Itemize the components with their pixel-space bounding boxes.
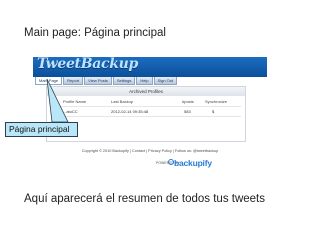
backupify-brand[interactable]: backupify — [174, 158, 212, 168]
tweetbackup-logo: TweetBackup — [37, 56, 139, 72]
app-screenshot: TweetBackup Main Page Report View Posts … — [33, 56, 267, 168]
tab-help[interactable]: Help — [136, 77, 153, 85]
tab-report[interactable]: Report — [63, 77, 84, 85]
footer: Copyright © 2010 Backupify | Contact | P… — [81, 149, 219, 153]
cell-last-backup: 2012-02-14 09:35:48 — [111, 109, 149, 114]
cell-posts: 583 — [184, 109, 191, 114]
tab-main-page[interactable]: Main Page — [35, 77, 63, 85]
app-header: TweetBackup — [33, 56, 267, 77]
bottom-caption: Aquí aparecerá el resumen de todos tus t… — [24, 193, 266, 205]
row-divider — [51, 116, 241, 117]
header-last-backup: Last Backup — [111, 99, 134, 104]
top-caption: Main page: Página principal — [24, 27, 166, 39]
panel-title: Archived Profiles — [47, 87, 245, 96]
callout-label: Página principal — [5, 122, 78, 137]
tab-sign-out[interactable]: Sign Out — [153, 77, 178, 85]
row-divider — [51, 106, 241, 107]
nav-tabs: Main Page Report View Posts Settings Hel… — [35, 77, 178, 85]
tab-view-posts[interactable]: View Posts — [84, 77, 112, 85]
header-profile-name: Profile Name — [63, 99, 87, 104]
header-synchronize: Synchronize — [205, 99, 228, 104]
tab-settings[interactable]: Settings — [112, 77, 136, 85]
sync-icon[interactable]: $ — [212, 109, 214, 114]
header-posts: #posts — [182, 99, 194, 104]
cell-profile-name[interactable]: ...atoCC — [63, 109, 78, 114]
